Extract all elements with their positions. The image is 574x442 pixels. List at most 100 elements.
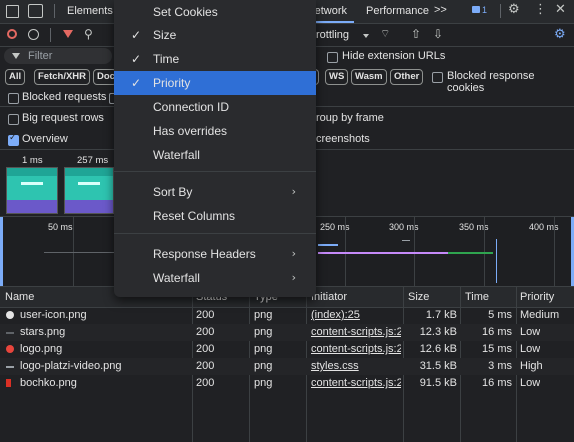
request-time: 16 ms <box>482 326 512 338</box>
blocked-requests-checkbox[interactable] <box>8 93 19 104</box>
user-icon-thumb-icon <box>6 311 14 319</box>
chevron-right-icon: › <box>291 185 296 198</box>
request-time: 15 ms <box>482 343 512 355</box>
request-type: png <box>254 343 273 355</box>
more-tabs-button[interactable]: >> <box>434 4 447 16</box>
type-chip-other[interactable]: Other <box>390 69 424 85</box>
request-size: 91.5 kB <box>419 377 457 389</box>
request-priority: Low <box>520 343 541 355</box>
issues-count: 1 <box>482 5 488 15</box>
request-priority: Low <box>520 326 541 338</box>
request-name: logo-platzi-video.png <box>20 360 122 372</box>
request-initiator[interactable]: (index):25 <box>311 307 401 324</box>
timeline-tick-50: 50 ms <box>48 222 73 232</box>
menu-item-time[interactable]: ✓ Time <box>114 47 316 71</box>
menu-item-label: Waterfall <box>153 271 200 285</box>
table-row[interactable]: bochko.png 200 png content-scripts.js:2 91.5… <box>0 375 574 392</box>
request-time: 5 ms <box>488 309 512 321</box>
throttling-select[interactable]: rottling <box>316 29 349 41</box>
network-conditions-icon[interactable]: ⌔ <box>380 27 390 41</box>
menu-item-set-cookies[interactable]: Set Cookies <box>114 0 316 24</box>
clear-icon[interactable] <box>28 29 39 40</box>
request-initiator[interactable]: styles.css <box>311 358 401 375</box>
menu-item-label: Response Headers <box>153 247 256 261</box>
request-size: 31.5 kB <box>419 360 457 372</box>
type-chip-fetch-xhr[interactable]: Fetch/XHR <box>34 69 91 85</box>
throttling-dropdown-icon[interactable] <box>363 34 369 38</box>
type-chip-all[interactable]: All <box>5 69 26 85</box>
bochko-thumb-icon <box>6 379 11 387</box>
table-row[interactable]: user-icon.png 200 png (index):25 1.7 kB 5 ms M… <box>0 307 574 324</box>
hide-extension-urls-label: Hide extension URLs <box>342 50 446 62</box>
column-header-time[interactable]: Time <box>465 291 489 303</box>
menu-item-label: Has overrides <box>153 124 228 138</box>
filmstrip-frame-1[interactable] <box>6 167 58 214</box>
filmstrip-frame-2[interactable] <box>64 167 114 214</box>
big-request-rows-label: Big request rows <box>22 112 104 124</box>
filter-input[interactable]: Filter <box>4 48 112 64</box>
close-devtools-icon[interactable]: ✕ <box>555 2 566 17</box>
column-header-initiator[interactable]: Initiator <box>311 291 347 303</box>
timeline-handle-left[interactable] <box>0 217 3 286</box>
menu-item-label: Connection ID <box>153 100 230 114</box>
tab-performance[interactable]: Performance <box>366 5 429 17</box>
request-initiator[interactable]: content-scripts.js:2 <box>311 324 401 341</box>
settings-gear-icon[interactable]: ⚙ <box>508 2 520 17</box>
platzi-thumb-icon <box>6 366 14 368</box>
request-type: png <box>254 360 273 372</box>
type-chip-wasm[interactable]: Wasm <box>351 69 387 85</box>
tab-elements[interactable]: Elements <box>67 5 113 17</box>
menu-item-size[interactable]: ✓ Size <box>114 23 316 47</box>
request-name: bochko.png <box>20 377 77 389</box>
menu-item-waterfall[interactable]: Waterfall <box>114 143 316 167</box>
inspect-element-icon[interactable] <box>6 5 19 18</box>
issues-badge[interactable]: 1 <box>472 5 487 18</box>
request-type: png <box>254 326 273 338</box>
type-chip-ws[interactable]: WS <box>325 69 349 85</box>
request-time: 3 ms <box>488 360 512 372</box>
menu-item-connection-id[interactable]: Connection ID <box>114 95 316 119</box>
request-status: 200 <box>196 326 215 338</box>
device-toolbar-icon[interactable] <box>28 4 43 18</box>
filter-funnel-icon[interactable] <box>63 30 73 38</box>
request-priority: Medium <box>520 309 560 321</box>
menu-item-priority[interactable]: ✓ Priority <box>114 71 316 95</box>
check-icon: ✓ <box>131 76 142 90</box>
record-icon[interactable] <box>7 29 17 39</box>
hide-extension-urls-checkbox[interactable] <box>327 52 338 63</box>
filter-icon <box>12 53 20 59</box>
import-har-icon[interactable]: ⇧ <box>411 27 421 41</box>
table-row[interactable]: logo.png 200 png content-scripts.js:2 12.6 k… <box>0 341 574 358</box>
column-header-priority[interactable]: Priority <box>520 291 554 303</box>
request-initiator[interactable]: content-scripts.js:2 <box>311 341 401 358</box>
table-row[interactable]: stars.png 200 png content-scripts.js:2 12.3 … <box>0 324 574 341</box>
blocked-response-cookies-checkbox[interactable] <box>432 72 443 83</box>
big-request-rows-checkbox[interactable] <box>8 114 19 125</box>
stars-thumb-icon <box>6 332 14 334</box>
request-status: 200 <box>196 360 215 372</box>
screenshots-label: creenshots <box>316 133 370 145</box>
menu-item-reset-columns[interactable]: Reset Columns <box>114 204 316 228</box>
menu-item-response-headers[interactable]: Response Headers › <box>114 242 316 266</box>
menu-item-has-overrides[interactable]: Has overrides <box>114 119 316 143</box>
network-settings-icon[interactable]: ⚙ <box>554 27 566 42</box>
request-status: 200 <box>196 309 215 321</box>
menu-item-label: Priority <box>153 76 191 90</box>
menu-item-sort-by[interactable]: Sort By › <box>114 180 316 204</box>
request-priority: High <box>520 360 543 372</box>
table-row[interactable]: logo-platzi-video.png 200 png styles.css 31.… <box>0 358 574 375</box>
column-header-size[interactable]: Size <box>408 291 429 303</box>
request-type: png <box>254 309 273 321</box>
menu-item-waterfall-submenu[interactable]: Waterfall › <box>114 266 316 290</box>
filter-placeholder: Filter <box>28 50 53 62</box>
request-size: 12.3 kB <box>419 326 457 338</box>
export-har-icon[interactable]: ⇩ <box>433 27 443 41</box>
column-context-menu: Set Cookies ✓ Size ✓ Time ✓ Priority Con… <box>114 0 316 297</box>
column-header-name[interactable]: Name <box>5 291 34 303</box>
overview-checkbox[interactable]: ✓ <box>8 133 19 146</box>
blocked-requests-label: Blocked requests <box>22 91 107 103</box>
request-initiator[interactable]: content-scripts.js:2 <box>311 375 401 392</box>
filmstrip-time-2: 257 ms <box>77 155 109 166</box>
more-options-icon[interactable]: ⋮ <box>534 2 547 17</box>
search-icon[interactable]: ⚲ <box>84 27 93 41</box>
